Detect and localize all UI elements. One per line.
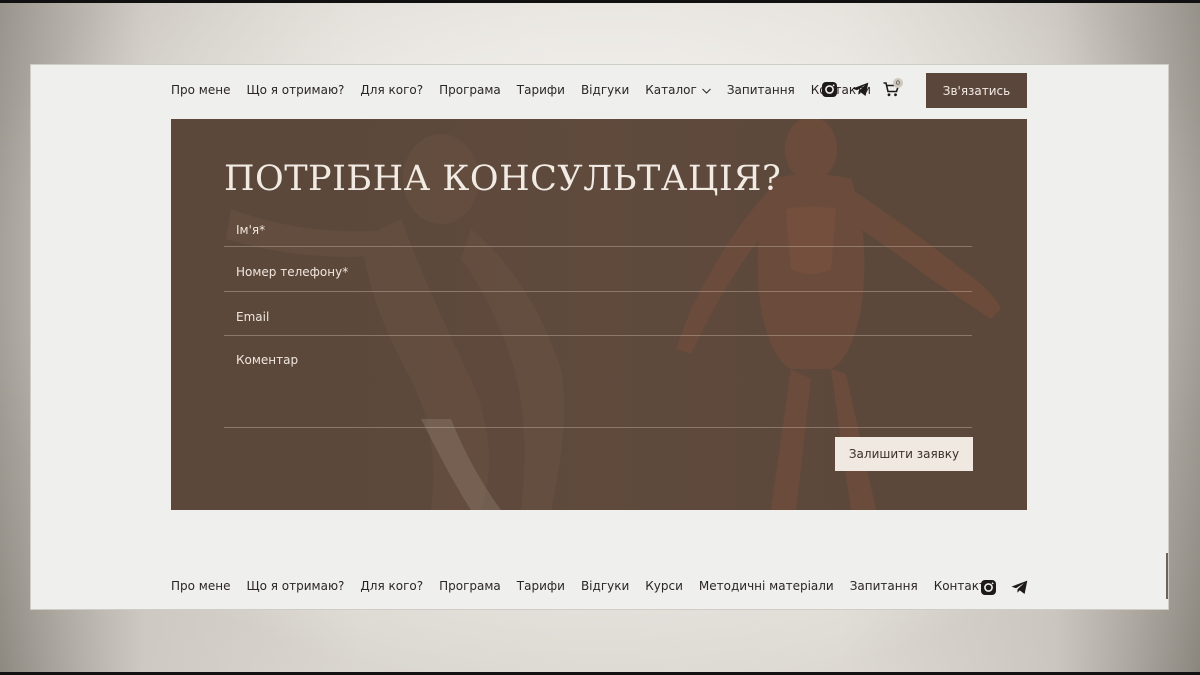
footer-item-for-whom[interactable]: Для кого? (360, 579, 423, 593)
cart-icon[interactable]: 0 (883, 78, 903, 97)
header-nav: Про мене Що я отримаю? Для кого? Програм… (171, 79, 887, 101)
footer-item-what-i-get[interactable]: Що я отримаю? (246, 579, 344, 593)
nav-item-program[interactable]: Програма (439, 83, 501, 97)
name-field-label: Ім'я* (236, 223, 266, 237)
footer-item-pricing[interactable]: Тарифи (517, 579, 565, 593)
footer-item-materials[interactable]: Методичні матеріали (699, 579, 834, 593)
telegram-icon[interactable] (852, 82, 869, 97)
footer-nav: Про мене Що я отримаю? Для кого? Програм… (171, 575, 1010, 597)
phone-field[interactable]: Номер телефону* (224, 247, 972, 292)
submit-button[interactable]: Залишити заявку (835, 437, 973, 471)
nav-item-about[interactable]: Про мене (171, 83, 230, 97)
nav-item-reviews[interactable]: Відгуки (581, 83, 629, 97)
phone-field-label: Номер телефону* (236, 265, 349, 279)
nav-item-catalog[interactable]: Каталог (645, 83, 711, 97)
footer-item-faq[interactable]: Запитання (850, 579, 918, 593)
name-field[interactable]: Ім'я* (224, 215, 972, 247)
footer-item-courses[interactable]: Курси (645, 579, 683, 593)
email-field[interactable]: Email (224, 292, 972, 336)
web-page: Про мене Що я отримаю? Для кого? Програм… (30, 64, 1169, 610)
telegram-icon[interactable] (1011, 580, 1028, 595)
footer-item-program[interactable]: Програма (439, 579, 501, 593)
header-social-icons: 0 (821, 78, 914, 98)
nav-item-pricing[interactable]: Тарифи (517, 83, 565, 97)
cart-count-badge: 0 (893, 78, 903, 88)
nav-item-for-whom[interactable]: Для кого? (360, 83, 423, 97)
comment-field[interactable]: Коментар (224, 336, 972, 428)
nav-item-catalog-label: Каталог (645, 83, 697, 97)
instagram-icon[interactable] (980, 579, 997, 596)
email-field-label: Email (236, 310, 270, 324)
comment-field-label: Коментар (236, 353, 299, 367)
nav-item-what-i-get[interactable]: Що я отримаю? (246, 83, 344, 97)
instagram-icon[interactable] (821, 81, 838, 98)
scrollbar-thumb[interactable] (1166, 553, 1168, 599)
footer-item-reviews[interactable]: Відгуки (581, 579, 629, 593)
nav-item-faq[interactable]: Запитання (727, 83, 795, 97)
footer-social-icons (980, 579, 1042, 596)
chevron-down-icon (701, 83, 711, 97)
footer-item-about[interactable]: Про мене (171, 579, 230, 593)
form-title: ПОТРІБНА КОНСУЛЬТАЦІЯ? (224, 159, 782, 199)
contact-button[interactable]: Зв'язатись (926, 73, 1027, 108)
consultation-form: ПОТРІБНА КОНСУЛЬТАЦІЯ? Ім'я* Номер телеф… (171, 119, 1027, 510)
